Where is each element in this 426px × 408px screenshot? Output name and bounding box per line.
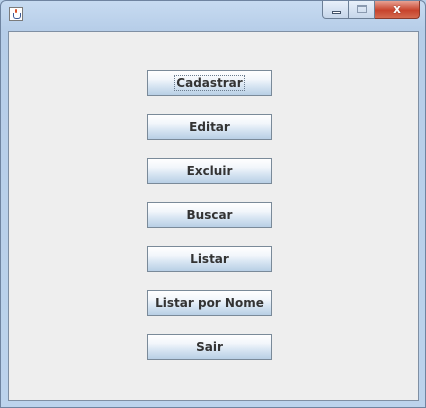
editar-label: Editar <box>189 120 230 134</box>
maximize-icon <box>357 5 367 13</box>
minimize-icon <box>332 11 341 14</box>
excluir-label: Excluir <box>186 164 233 178</box>
editar-button[interactable]: Editar <box>147 114 272 140</box>
cadastrar-button[interactable]: Cadastrar <box>147 70 272 96</box>
minimize-button[interactable] <box>322 1 349 19</box>
listar-label: Listar <box>190 252 229 266</box>
buscar-button[interactable]: Buscar <box>147 202 272 228</box>
listar-button[interactable]: Listar <box>147 246 272 272</box>
app-window: x Cadastrar Editar Excluir Buscar Listar… <box>0 0 426 408</box>
cup-mark <box>13 13 21 19</box>
window-controls: x <box>322 1 420 19</box>
listar-por-nome-button[interactable]: Listar por Nome <box>147 290 272 316</box>
title-bar[interactable]: x <box>1 1 425 31</box>
excluir-button[interactable]: Excluir <box>147 158 272 184</box>
close-button[interactable]: x <box>375 1 420 19</box>
buscar-label: Buscar <box>186 208 233 222</box>
java-cup-icon[interactable] <box>9 7 23 21</box>
close-icon: x <box>393 2 401 16</box>
maximize-button[interactable] <box>349 1 375 19</box>
listar-por-nome-label: Listar por Nome <box>155 296 264 310</box>
content-panel: Cadastrar Editar Excluir Buscar Listar L… <box>8 31 419 401</box>
sair-button[interactable]: Sair <box>147 334 272 360</box>
sair-label: Sair <box>196 340 223 354</box>
cadastrar-label: Cadastrar <box>174 75 245 91</box>
